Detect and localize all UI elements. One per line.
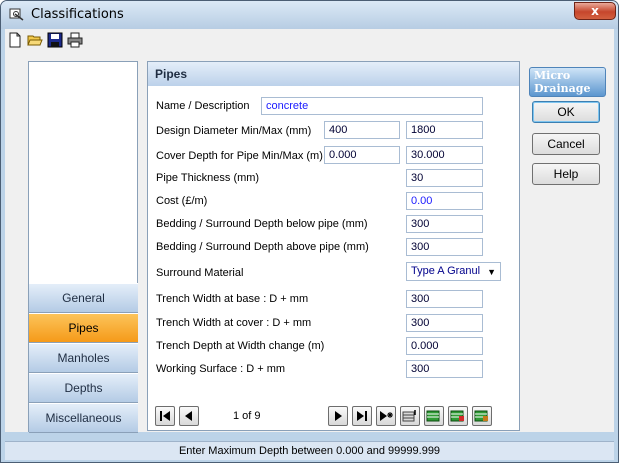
trench-depth-label: Trench Depth at Width change (m) xyxy=(156,340,325,352)
table-append-icon xyxy=(402,410,416,422)
bedding-above-field[interactable]: 300 xyxy=(406,238,483,256)
first-record-icon xyxy=(160,411,170,421)
cost-label: Cost (£/m) xyxy=(156,195,208,207)
working-surface-label: Working Surface : D + mm xyxy=(156,363,286,375)
diameter-label: Design Diameter Min/Max (mm) xyxy=(156,125,312,137)
micro-drainage-logo: Micro Drainage xyxy=(529,67,606,97)
nav-general[interactable]: General xyxy=(29,283,138,313)
cancel-button[interactable]: Cancel xyxy=(532,133,600,155)
diameter-min-field[interactable]: 400 xyxy=(324,121,400,139)
print-icon[interactable] xyxy=(67,32,83,48)
window-title: Classifications xyxy=(31,7,124,22)
trench-depth-field[interactable]: 0.000 xyxy=(406,337,483,355)
nav-pipes[interactable]: Pipes xyxy=(29,313,138,343)
open-folder-icon[interactable] xyxy=(27,32,43,48)
cost-field[interactable]: 0.00 xyxy=(406,192,483,210)
panel-title: Pipes xyxy=(148,62,519,86)
classifications-window: Classifications x General Pipes Manholes… xyxy=(0,0,619,463)
table-insert-icon xyxy=(426,410,440,422)
record-position: 1 of 9 xyxy=(233,410,261,422)
previous-record-button[interactable] xyxy=(179,406,199,426)
cover-depth-label: Cover Depth for Pipe Min/Max (m) xyxy=(156,150,323,162)
append-record-button[interactable] xyxy=(400,406,420,426)
surround-material-label: Surround Material xyxy=(156,267,244,279)
name-field[interactable]: concrete xyxy=(261,97,483,115)
delete-record-button[interactable] xyxy=(448,406,468,426)
ok-button[interactable]: OK xyxy=(532,101,600,123)
bedding-below-field[interactable]: 300 xyxy=(406,215,483,233)
insert-record-button[interactable] xyxy=(424,406,444,426)
dropdown-arrow-icon[interactable]: ▼ xyxy=(487,264,496,280)
nav-miscellaneous[interactable]: Miscellaneous xyxy=(29,403,138,433)
first-record-button[interactable] xyxy=(155,406,175,426)
working-surface-field[interactable]: 300 xyxy=(406,360,483,378)
logo-text-micro: Micro xyxy=(534,69,571,82)
new-file-icon[interactable] xyxy=(7,32,23,48)
trench-width-base-field[interactable]: 300 xyxy=(406,290,483,308)
new-record-icon xyxy=(380,411,393,421)
logo-text-drainage: Drainage xyxy=(534,82,591,95)
surround-material-select[interactable]: Type A Granul ▼ xyxy=(406,262,501,281)
title-bar[interactable]: Classifications x xyxy=(1,1,618,29)
pipe-thickness-label: Pipe Thickness (mm) xyxy=(156,172,260,184)
nav-depths[interactable]: Depths xyxy=(29,373,138,403)
bedding-above-label: Bedding / Surround Depth above pipe (mm) xyxy=(156,241,369,253)
previous-record-icon xyxy=(185,411,192,421)
last-record-icon xyxy=(357,411,367,421)
trench-width-cover-label: Trench Width at cover : D + mm xyxy=(156,317,312,329)
status-bar: Enter Maximum Depth between 0.000 and 99… xyxy=(5,441,614,460)
copy-record-button[interactable] xyxy=(472,406,492,426)
table-copy-icon xyxy=(474,410,488,422)
cover-depth-max-field[interactable]: 30.000 xyxy=(406,146,483,164)
nav-manholes[interactable]: Manholes xyxy=(29,343,138,373)
help-button[interactable]: Help xyxy=(532,163,600,185)
trench-width-cover-field[interactable]: 300 xyxy=(406,314,483,332)
close-button[interactable]: x xyxy=(574,2,616,20)
trench-width-base-label: Trench Width at base : D + mm xyxy=(156,293,309,305)
next-record-button[interactable] xyxy=(328,406,348,426)
diameter-max-field[interactable]: 1800 xyxy=(406,121,483,139)
bedding-below-label: Bedding / Surround Depth below pipe (mm) xyxy=(156,218,368,230)
last-record-button[interactable] xyxy=(352,406,372,426)
table-delete-icon xyxy=(450,410,464,422)
classifications-app-icon xyxy=(9,8,24,21)
surround-material-value: Type A Granul xyxy=(411,265,481,277)
toolbar xyxy=(5,29,614,51)
next-record-icon xyxy=(335,411,342,421)
pipe-thickness-field[interactable]: 30 xyxy=(406,169,483,187)
new-record-button[interactable] xyxy=(376,406,396,426)
cover-depth-min-field[interactable]: 0.000 xyxy=(324,146,400,164)
save-icon[interactable] xyxy=(47,32,63,48)
name-label: Name / Description xyxy=(156,100,250,112)
